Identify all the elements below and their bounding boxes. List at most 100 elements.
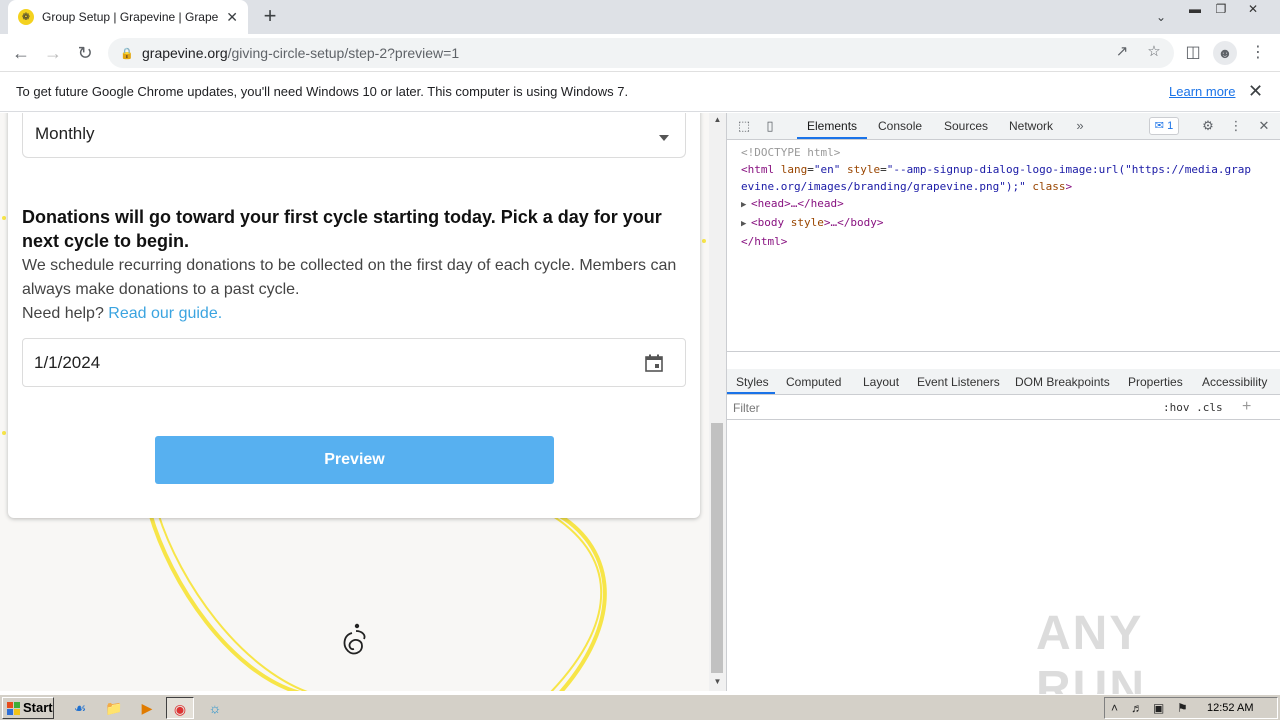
address-bar[interactable]: 🔒 grapevine.org/giving-circle-setup/step… [108,38,1174,68]
expand-triangle-icon[interactable]: ▶ [741,216,751,233]
devtools-splitter[interactable] [727,351,1280,352]
tab-computed[interactable]: Computed [786,375,841,389]
new-style-rule-icon[interactable]: + [1242,398,1251,416]
action-center-flag-icon[interactable]: ⚑ [1177,701,1188,715]
issues-badge[interactable]: ✉ 1 [1149,117,1179,135]
settings-gear-icon[interactable]: ⚙ [1199,117,1217,135]
device-toolbar-icon[interactable]: ▯ [761,117,779,135]
preview-button[interactable]: Preview [155,436,554,484]
styles-tabbar: Styles Computed Layout Event Listeners D… [727,369,1280,395]
hov-label: :hov [1163,401,1190,414]
inspect-element-icon[interactable]: ⬚ [735,117,753,135]
tab-close-icon[interactable]: ✕ [226,9,238,26]
share-icon[interactable]: ↗ [1112,42,1132,62]
page-viewport: Monthly Donations will go toward your fi… [0,113,709,691]
dom-html-close[interactable]: </html> [741,233,1280,250]
start-label: Start [23,700,53,715]
cycle-description: We schedule recurring donations to be co… [22,254,686,326]
bookmark-star-icon[interactable]: ☆ [1144,42,1164,62]
frequency-value: Monthly [35,124,95,143]
issues-count: 1 [1167,120,1174,132]
tab-layout[interactable]: Layout [863,375,899,389]
dropdown-caret-icon [659,135,669,141]
help-prefix: Need help? [22,305,104,322]
kebab-menu-icon[interactable]: ⋮ [1245,40,1271,66]
tab-accessibility[interactable]: Accessibility [1202,375,1267,389]
new-tab-button[interactable]: + [258,4,282,28]
devtools-menu-icon[interactable]: ⋮ [1227,117,1245,135]
val-style-part2: evine.org/images/branding/grapevine.png"… [741,180,1026,193]
tab-properties[interactable]: Properties [1128,375,1183,389]
tab-network[interactable]: Network [1009,119,1053,133]
tab-dom-breakpoints[interactable]: DOM Breakpoints [1015,375,1110,389]
windows-taskbar: Start ☙ 📁 ▶ ◉ ☼ ˄ ♬ ▣ ⚑ 12:52 AM [0,694,1280,720]
windows-flag-icon [7,702,20,715]
url-host: grapevine.org [142,45,228,61]
forward-arrow-icon[interactable]: → [40,40,66,66]
tab-event-listeners[interactable]: Event Listeners [917,375,1000,389]
start-date-input[interactable]: 1/1/2024 [22,338,686,387]
tab-console[interactable]: Console [878,119,922,133]
dom-doctype[interactable]: <!DOCTYPE html> [741,144,1280,161]
infobar-close-icon[interactable]: ✕ [1248,81,1263,102]
hov-toggle[interactable]: :hov .cls [1163,401,1223,414]
internet-explorer-icon[interactable]: ☙ [66,697,94,719]
dom-head[interactable]: ▶ <head>…</head> [741,195,1280,214]
edge-icon[interactable]: ☼ [201,697,229,719]
scrollbar-thumb[interactable] [711,423,723,673]
calendar-icon[interactable] [645,354,663,372]
tab-search-chevron-icon[interactable]: ⌄ [1150,6,1172,28]
restore-icon[interactable]: ❐ [1208,0,1234,18]
media-player-icon[interactable]: ▶ [133,697,161,719]
back-arrow-icon[interactable]: ← [8,40,34,66]
start-date-value: 1/1/2024 [34,353,101,372]
styles-filter-input[interactable]: Filter [733,401,760,415]
volume-icon[interactable]: ♬ [1131,701,1143,715]
page-scrollbar[interactable]: ▲ ▼ [709,113,726,691]
start-button[interactable]: Start [2,697,54,719]
dom-tree: <!DOCTYPE html> <html lang="en" style="-… [741,144,1280,250]
tab-elements[interactable]: Elements [807,119,857,133]
dom-html-open-cont[interactable]: evine.org/images/branding/grapevine.png"… [741,178,1280,195]
lock-icon[interactable]: 🔒 [120,47,134,60]
dom-body[interactable]: ▶ <body style>…</body> [741,214,1280,233]
frequency-select[interactable]: Monthly [22,113,686,158]
styles-filter-bar: Filter :hov .cls + [727,396,1280,420]
minimize-icon[interactable]: ▬ [1182,0,1208,18]
body-tag: <body [751,216,791,229]
expand-triangle-icon[interactable]: ▶ [741,197,751,214]
file-explorer-icon[interactable]: 📁 [100,697,128,719]
network-icon[interactable]: ▣ [1153,701,1164,715]
html-tag: <html [741,163,781,176]
description-text: We schedule recurring donations to be co… [22,257,677,298]
active-tab-indicator [797,137,867,139]
learn-more-link[interactable]: Learn more [1169,84,1235,99]
browser-toolbar: ← → ↻ 🔒 grapevine.org/giving-circle-setu… [0,34,1280,72]
tab-styles[interactable]: Styles [736,375,769,389]
body-attr-style: style [790,216,824,229]
profile-avatar-icon[interactable]: ☻ [1213,41,1237,65]
devtools-close-icon[interactable]: ✕ [1255,117,1273,135]
help-line: Need help? Read our guide. [22,302,686,326]
dom-html-open[interactable]: <html lang="en" style="--amp-signup-dial… [741,161,1280,178]
val-lang: "en" [813,163,841,176]
tab-strip: ❁ Group Setup | Grapevine | Grapevine ✕ … [0,0,1280,34]
grapevine-logo-icon [343,623,366,655]
tab-sources[interactable]: Sources [944,119,988,133]
reload-icon[interactable]: ↻ [72,40,98,66]
system-tray: ˄ ♬ ▣ ⚑ 12:52 AM [1104,697,1278,719]
window-close-icon[interactable]: ✕ [1240,0,1266,18]
html-tag-close: > [1065,180,1073,193]
infobar-message: To get future Google Chrome updates, you… [16,84,629,99]
tray-expand-icon[interactable]: ˄ [1111,701,1118,715]
chrome-task-icon[interactable]: ◉ [166,697,194,719]
more-tabs-chevron-icon[interactable]: » [1071,117,1089,135]
scroll-up-icon[interactable]: ▲ [709,115,726,125]
clock[interactable]: 12:52 AM [1207,702,1253,714]
read-guide-link[interactable]: Read our guide. [108,305,222,322]
head-tag: <head>…</head> [751,197,844,210]
scroll-down-icon[interactable]: ▼ [709,677,726,687]
val-style-part1: "--amp-signup-dialog-logo-image:url("htt… [886,163,1251,176]
side-panel-icon[interactable]: ◫ [1180,40,1206,66]
browser-tab[interactable]: ❁ Group Setup | Grapevine | Grapevine ✕ [8,0,248,34]
